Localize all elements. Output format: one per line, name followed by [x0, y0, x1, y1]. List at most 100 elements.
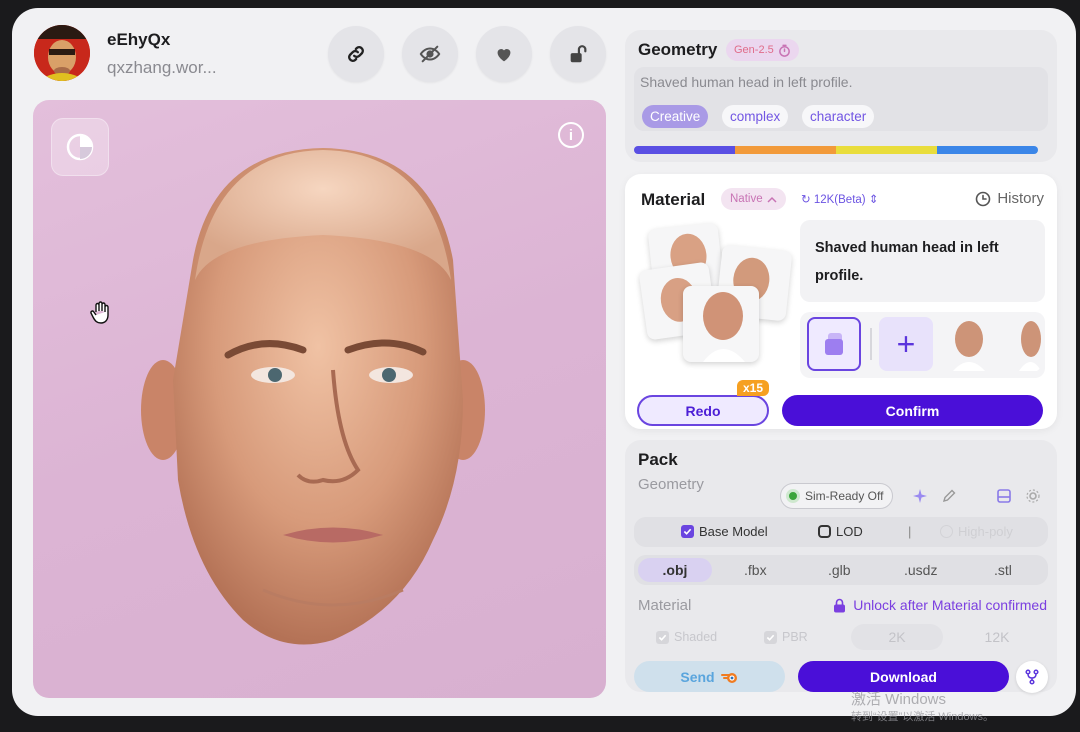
base-model-option[interactable]: Base Model	[681, 524, 768, 539]
history-button[interactable]: History	[975, 190, 1044, 207]
shaded-label: Shaded	[674, 630, 718, 644]
pack-panel: Pack Geometry Sim-Ready Off Base Model L…	[625, 440, 1057, 693]
branch-icon	[1025, 669, 1039, 685]
resolution-icon: ↻	[801, 194, 811, 206]
unlock-message: Unlock after Material confirmed	[853, 597, 1047, 613]
format-fbx[interactable]: .fbx	[744, 562, 767, 578]
geometry-prompt: Shaved human head in left profile.	[640, 74, 853, 90]
model-viewport[interactable]: i	[33, 100, 606, 698]
hand-icon	[90, 301, 109, 324]
checkbox-disabled-icon	[764, 630, 777, 644]
high-poly-option[interactable]: High-poly	[940, 524, 1013, 539]
username: eEhyQx	[107, 30, 171, 49]
chevron-updown-icon: ⇕	[868, 194, 879, 206]
like-button[interactable]	[476, 26, 532, 82]
avatar[interactable]	[34, 25, 90, 81]
stage-progress-bar	[634, 146, 1038, 154]
windows-activation-hint: 转到“设置”以激活 Windows。	[851, 711, 995, 723]
pack-geometry-label: Geometry	[638, 476, 704, 493]
generation-label: Gen-2.5	[734, 44, 774, 56]
toggle-dot	[786, 489, 800, 503]
chevron-up-icon	[767, 196, 777, 203]
material-tile-selected[interactable]	[807, 317, 861, 371]
user-handle: qxzhang.wor...	[107, 58, 217, 77]
view-mode-button[interactable]	[51, 118, 109, 176]
material-prompt[interactable]: Shaved human head in left profile.	[800, 220, 1045, 302]
tag-character[interactable]: character	[802, 105, 875, 128]
shaded-option[interactable]: Shaded	[656, 630, 717, 644]
resolution-select[interactable]: ↻ 12K(Beta) ⇕	[801, 192, 878, 206]
layout-icon[interactable]	[996, 488, 1012, 504]
lock-toggle-button[interactable]	[550, 26, 606, 82]
clock-icon	[976, 191, 991, 206]
pbr-option[interactable]: PBR	[764, 630, 808, 644]
timer-icon	[778, 44, 790, 57]
material-mode-label: Native	[730, 193, 763, 205]
unlock-notice: Unlock after Material confirmed	[833, 597, 1047, 613]
send-label: Send	[680, 668, 715, 685]
reference-head-thumb[interactable]	[945, 316, 993, 372]
material-preview-stack[interactable]	[638, 222, 793, 366]
info-icon[interactable]: i	[558, 122, 584, 148]
material-mode-select[interactable]: Native	[721, 188, 786, 210]
format-obj[interactable]: .obj	[638, 558, 712, 582]
add-reference-button[interactable]: +	[879, 317, 933, 371]
eye-off-icon	[419, 45, 441, 63]
geometry-title: Geometry	[638, 40, 718, 59]
tag-creative[interactable]: Creative	[642, 105, 709, 128]
view-mode-icon	[66, 133, 94, 161]
link-icon	[348, 46, 364, 62]
material-panel: Material Native ↻ 12K(Beta) ⇕ History Sh…	[625, 174, 1057, 429]
copy-link-button[interactable]	[328, 26, 384, 82]
resolution-12k[interactable]: 12K	[951, 624, 1043, 650]
visibility-button[interactable]	[402, 26, 458, 82]
layers-icon	[825, 333, 843, 355]
divider	[870, 328, 872, 360]
pack-material-label: Material	[638, 597, 692, 614]
radio-icon	[940, 525, 953, 538]
pack-title: Pack	[638, 450, 678, 469]
generation-badge[interactable]: Gen-2.5	[726, 39, 799, 61]
format-selector: .obj .fbx .glb .usdz .stl	[634, 555, 1048, 585]
head-model	[141, 148, 485, 645]
lod-label: LOD	[836, 524, 863, 539]
reference-tiles: +	[800, 312, 1045, 378]
format-stl[interactable]: .stl	[994, 562, 1012, 578]
checkbox-checked-icon	[681, 525, 694, 538]
sim-ready-toggle[interactable]: Sim-Ready Off	[780, 483, 894, 509]
geometry-panel: Geometry Gen-2.5 Shaved human head in le…	[625, 30, 1057, 162]
send-button[interactable]: Send	[634, 661, 785, 692]
format-usdz[interactable]: .usdz	[904, 562, 937, 578]
options-divider: |	[908, 524, 912, 539]
tag-complex[interactable]: complex	[722, 105, 789, 128]
sparkle-icon[interactable]	[912, 488, 928, 504]
reference-head-thumb[interactable]	[1005, 316, 1041, 372]
geometry-prompt-box[interactable]: Shaved human head in left profile. Creat…	[634, 67, 1048, 131]
resolution-2k[interactable]: 2K	[851, 624, 943, 650]
format-glb[interactable]: .glb	[828, 562, 851, 578]
base-model-label: Base Model	[699, 524, 768, 539]
heart-icon	[497, 49, 511, 62]
redo-button[interactable]: Redo	[637, 395, 769, 426]
pbr-label: PBR	[782, 630, 808, 644]
more-options-button[interactable]	[1016, 661, 1048, 693]
sim-ready-label: Sim-Ready Off	[805, 489, 884, 503]
high-poly-label: High-poly	[958, 524, 1013, 539]
geometry-options: Base Model LOD | High-poly	[634, 517, 1048, 547]
edit-icon[interactable]	[941, 488, 957, 504]
checkbox-disabled-icon	[656, 630, 669, 644]
windows-activation-watermark: 激活 Windows	[851, 691, 947, 708]
settings-icon[interactable]	[1025, 488, 1041, 504]
lock-icon	[834, 598, 846, 612]
blender-icon	[720, 672, 737, 683]
preview-thumb-main	[683, 286, 759, 362]
resolution-label: 12K(Beta)	[813, 194, 866, 206]
checkbox-unchecked-icon	[818, 525, 831, 538]
material-title: Material	[641, 190, 706, 209]
app-window: eEhyQx qxzhang.wor... i Geometry Gen-2.5…	[12, 8, 1076, 716]
lod-option[interactable]: LOD	[818, 524, 863, 539]
confirm-button[interactable]: Confirm	[782, 395, 1043, 426]
plus-icon: +	[896, 325, 916, 362]
redo-count-badge: x15	[737, 380, 770, 396]
unlock-icon	[570, 45, 587, 63]
